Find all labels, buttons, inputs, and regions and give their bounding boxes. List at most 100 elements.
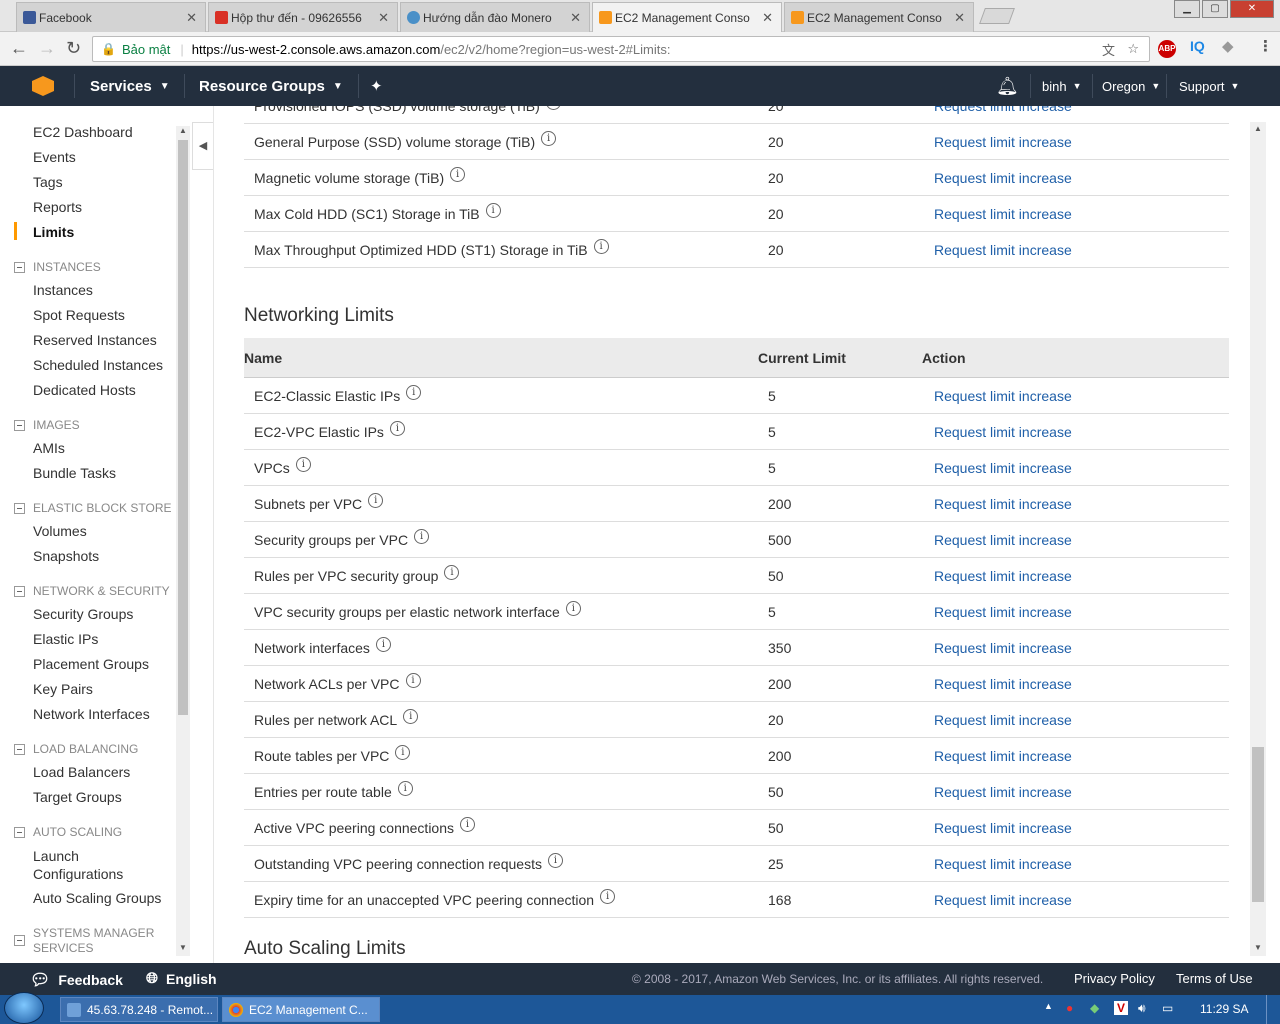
- sidebar-item-ec2-dashboard[interactable]: EC2 Dashboard: [33, 124, 133, 140]
- request-limit-increase-link[interactable]: Request limit increase: [934, 388, 1072, 404]
- info-icon[interactable]: i: [450, 167, 466, 182]
- aws-logo-icon[interactable]: [32, 76, 54, 96]
- sidebar-item-volumes[interactable]: Volumes: [33, 523, 87, 539]
- info-icon[interactable]: i: [485, 203, 501, 218]
- info-icon[interactable]: i: [368, 493, 384, 508]
- sidebar-item-events[interactable]: Events: [33, 149, 76, 165]
- collapse-sidebar-button[interactable]: ◀: [192, 122, 214, 170]
- tab-ec2-second[interactable]: EC2 Management Conso ✕: [784, 2, 974, 32]
- sidebar-item-network-interfaces[interactable]: Network Interfaces: [33, 706, 150, 722]
- close-tab-icon[interactable]: ✕: [378, 10, 389, 26]
- maximize-icon[interactable]: ▢: [1202, 0, 1228, 18]
- user-menu[interactable]: binh ▼: [1042, 66, 1082, 106]
- translate-icon[interactable]: ⽂: [1102, 40, 1115, 59]
- sidebar-item-elastic-ips[interactable]: Elastic IPs: [33, 631, 98, 647]
- support-menu[interactable]: Support ▼: [1179, 66, 1239, 106]
- services-menu[interactable]: Services ▼: [90, 66, 170, 106]
- column-header-current-limit[interactable]: Current Limit: [758, 350, 846, 366]
- sidebar-item-bundle-tasks[interactable]: Bundle Tasks: [33, 465, 116, 481]
- privacy-policy-link[interactable]: Privacy Policy: [1074, 971, 1155, 986]
- scroll-up-icon[interactable]: ▲: [179, 126, 187, 135]
- request-limit-increase-link[interactable]: Request limit increase: [934, 170, 1072, 186]
- info-icon[interactable]: i: [395, 745, 411, 760]
- sidebar-item-tags[interactable]: Tags: [33, 174, 63, 190]
- sidebar-item-spot-requests[interactable]: Spot Requests: [33, 307, 125, 323]
- extension-icon[interactable]: ◆: [1222, 37, 1234, 55]
- volume-icon[interactable]: 🔊︎: [1138, 1001, 1146, 1016]
- info-icon[interactable]: i: [545, 106, 561, 110]
- sidebar-item-amis[interactable]: AMIs: [33, 440, 65, 456]
- sidebar-section-ebs[interactable]: ELASTIC BLOCK STORE: [14, 501, 172, 515]
- taskbar-remote-desktop[interactable]: 45.63.78.248 - Remot...: [60, 997, 218, 1022]
- info-icon[interactable]: i: [295, 457, 311, 472]
- monitor-icon[interactable]: ▭: [1162, 1001, 1173, 1015]
- info-icon[interactable]: i: [600, 889, 616, 904]
- info-icon[interactable]: i: [593, 239, 609, 254]
- request-limit-increase-link[interactable]: Request limit increase: [934, 106, 1072, 114]
- sidebar-item-load-balancers[interactable]: Load Balancers: [33, 764, 130, 780]
- request-limit-increase-link[interactable]: Request limit increase: [934, 712, 1072, 728]
- info-icon[interactable]: i: [403, 709, 419, 724]
- sidebar-item-reserved-instances[interactable]: Reserved Instances: [33, 332, 157, 348]
- sidebar-item-placement-groups[interactable]: Placement Groups: [33, 656, 149, 672]
- info-icon[interactable]: i: [414, 529, 430, 544]
- sidebar-section-instances[interactable]: INSTANCES: [14, 260, 101, 274]
- sidebar-item-snapshots[interactable]: Snapshots: [33, 548, 99, 564]
- info-icon[interactable]: i: [375, 637, 391, 652]
- tray-app-icon[interactable]: ●: [1066, 1001, 1073, 1015]
- tray-expand-icon[interactable]: ▲: [1044, 1001, 1053, 1011]
- info-icon[interactable]: i: [405, 673, 421, 688]
- adblock-icon[interactable]: ABP: [1158, 40, 1176, 58]
- new-tab-button[interactable]: [979, 8, 1015, 24]
- info-icon[interactable]: i: [541, 131, 557, 146]
- windows-start-icon[interactable]: [4, 992, 44, 1024]
- sidebar-section-systems-manager[interactable]: SYSTEMS MANAGER SERVICES: [14, 926, 163, 956]
- pin-icon[interactable]: ✦: [370, 66, 383, 106]
- close-window-icon[interactable]: ✕: [1230, 0, 1274, 18]
- request-limit-increase-link[interactable]: Request limit increase: [934, 242, 1072, 258]
- request-limit-increase-link[interactable]: Request limit increase: [934, 604, 1072, 620]
- close-tab-icon[interactable]: ✕: [186, 10, 197, 26]
- sidebar-item-reports[interactable]: Reports: [33, 199, 82, 215]
- request-limit-increase-link[interactable]: Request limit increase: [934, 640, 1072, 656]
- resource-groups-menu[interactable]: Resource Groups ▼: [199, 66, 343, 106]
- sidebar-item-scheduled-instances[interactable]: Scheduled Instances: [33, 357, 163, 373]
- request-limit-increase-link[interactable]: Request limit increase: [934, 532, 1072, 548]
- back-arrow-icon[interactable]: ←: [10, 38, 28, 59]
- sidebar-scroll-thumb[interactable]: [178, 140, 188, 715]
- info-icon[interactable]: i: [565, 601, 581, 616]
- scroll-down-icon[interactable]: ▼: [179, 943, 187, 952]
- request-limit-increase-link[interactable]: Request limit increase: [934, 568, 1072, 584]
- request-limit-increase-link[interactable]: Request limit increase: [934, 206, 1072, 222]
- bell-icon[interactable]: 🔔︎: [996, 66, 1019, 106]
- sidebar-section-images[interactable]: IMAGES: [14, 418, 80, 432]
- info-icon[interactable]: i: [460, 817, 475, 832]
- taskbar-chrome[interactable]: EC2 Management C...: [222, 997, 380, 1022]
- info-icon[interactable]: i: [397, 781, 413, 796]
- sidebar-item-dedicated-hosts[interactable]: Dedicated Hosts: [33, 382, 136, 398]
- region-menu[interactable]: Oregon ▼: [1102, 66, 1160, 106]
- request-limit-increase-link[interactable]: Request limit increase: [934, 892, 1072, 908]
- reload-icon[interactable]: ↻: [66, 38, 81, 59]
- scroll-up-icon[interactable]: ▲: [1254, 124, 1262, 133]
- network-tray-icon[interactable]: ◆: [1090, 1001, 1099, 1015]
- request-limit-increase-link[interactable]: Request limit increase: [934, 676, 1072, 692]
- sidebar-item-launch-configurations[interactable]: Launch Configurations: [33, 847, 143, 883]
- feedback-button[interactable]: 💬︎ Feedback: [30, 970, 123, 990]
- info-icon[interactable]: i: [444, 565, 460, 580]
- scroll-down-icon[interactable]: ▼: [1254, 943, 1262, 952]
- main-scroll-thumb[interactable]: [1252, 747, 1264, 902]
- vietnamese-ime-icon[interactable]: V: [1114, 1001, 1128, 1015]
- sidebar-item-auto-scaling-groups[interactable]: Auto Scaling Groups: [33, 890, 161, 906]
- tab-facebook[interactable]: Facebook ✕: [16, 2, 206, 32]
- info-icon[interactable]: i: [389, 421, 405, 436]
- show-desktop-button[interactable]: [1266, 995, 1280, 1024]
- minimize-icon[interactable]: ▁: [1174, 0, 1200, 18]
- close-tab-icon[interactable]: ✕: [954, 10, 965, 26]
- tab-monero-guide[interactable]: Hướng dẫn đào Monero ✕: [400, 2, 590, 32]
- sidebar-item-target-groups[interactable]: Target Groups: [33, 789, 122, 805]
- request-limit-increase-link[interactable]: Request limit increase: [934, 784, 1072, 800]
- sidebar-section-load-balancing[interactable]: LOAD BALANCING: [14, 742, 138, 756]
- request-limit-increase-link[interactable]: Request limit increase: [934, 134, 1072, 150]
- sidebar-item-security-groups[interactable]: Security Groups: [33, 606, 133, 622]
